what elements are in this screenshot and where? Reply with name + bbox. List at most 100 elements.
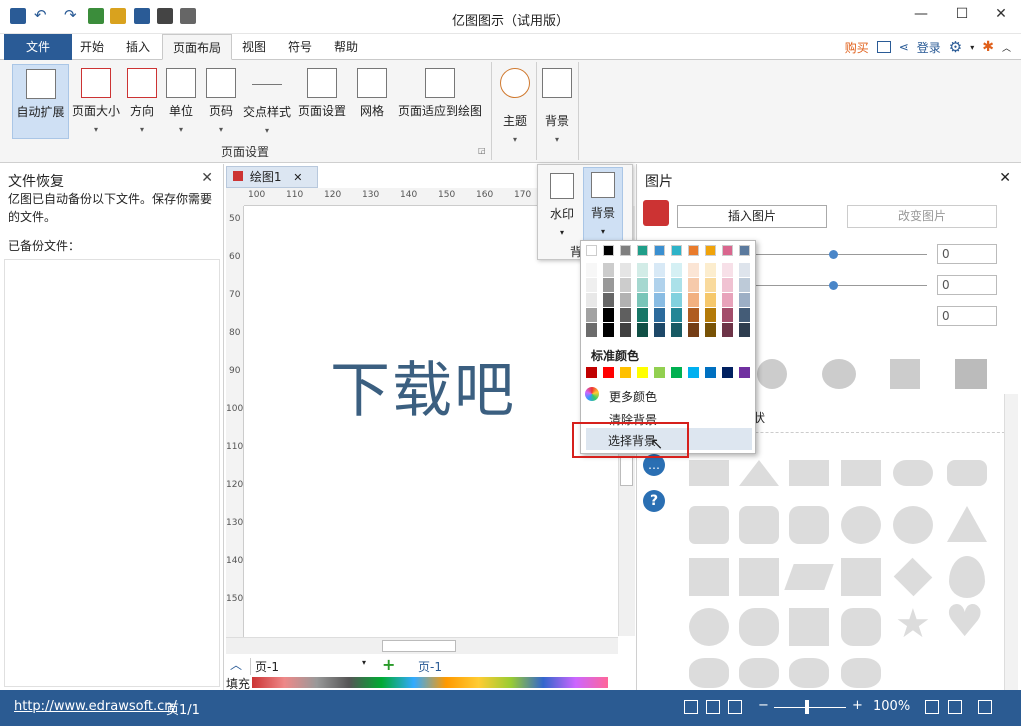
color-swatch[interactable] [637, 263, 648, 277]
shape-thumbnail[interactable] [689, 658, 729, 688]
color-swatch[interactable] [620, 367, 631, 378]
color-swatch[interactable] [586, 263, 597, 277]
shape-thumbnail[interactable] [739, 608, 779, 646]
share-icon[interactable]: ⋖ [899, 40, 909, 54]
color-swatch[interactable] [654, 323, 665, 337]
color-swatch[interactable] [722, 367, 733, 378]
more-colors-item[interactable]: 更多颜色 [609, 388, 657, 405]
spin-input[interactable]: 0 [937, 275, 997, 295]
fit-page-icon[interactable] [925, 700, 939, 714]
color-swatch[interactable] [688, 308, 699, 322]
color-swatch[interactable] [637, 323, 648, 337]
page-select-arrow-icon[interactable]: ▾ [362, 658, 366, 667]
color-swatch[interactable] [671, 278, 682, 292]
panel-scrollbar[interactable] [1004, 394, 1018, 690]
panel-close-icon[interactable]: ✕ [999, 170, 1011, 186]
shape-thumbnail[interactable] [893, 506, 933, 544]
shape-thumbnail[interactable] [789, 460, 829, 486]
theme-button[interactable]: 主题 ▾ [497, 64, 533, 144]
backup-files-list[interactable] [4, 259, 220, 687]
color-swatch[interactable] [586, 323, 597, 337]
change-picture-button[interactable]: 改变图片 [847, 205, 997, 228]
shape-thumbnail[interactable] [689, 558, 729, 596]
zoom-slider[interactable] [774, 707, 846, 708]
color-swatch[interactable] [705, 245, 716, 256]
color-swatch[interactable] [620, 278, 631, 292]
full-screen-icon[interactable] [978, 700, 992, 714]
shape-thumbnail[interactable] [789, 506, 829, 544]
shape-thumbnail[interactable] [841, 658, 881, 688]
color-swatch[interactable] [620, 293, 631, 307]
panel-close-icon[interactable]: ✕ [201, 170, 213, 186]
color-swatch[interactable] [654, 367, 665, 378]
color-swatch[interactable] [688, 263, 699, 277]
close-button[interactable]: ✕ [990, 6, 1012, 26]
view-mode-icon[interactable] [706, 700, 720, 714]
units-button[interactable]: 单位 ▾ [163, 64, 199, 136]
picture-effect-icon[interactable] [890, 359, 920, 389]
color-swatch[interactable] [739, 293, 750, 307]
login-link[interactable]: 登录 [917, 39, 941, 56]
canvas-text[interactable]: 下载吧 [330, 342, 516, 429]
background-button[interactable]: 背景 ▾ [583, 167, 623, 241]
color-swatch[interactable] [654, 278, 665, 292]
grid-button[interactable]: 网格 [354, 64, 390, 136]
tab-home[interactable]: 开始 [70, 34, 114, 60]
scroll-thumb[interactable] [620, 456, 633, 486]
shape-thumbnail[interactable] [841, 506, 881, 544]
color-swatch[interactable] [620, 323, 631, 337]
color-swatch[interactable] [705, 278, 716, 292]
slider-knob[interactable] [829, 281, 838, 290]
color-swatch[interactable] [637, 308, 648, 322]
color-swatch[interactable] [671, 367, 682, 378]
color-swatch[interactable] [739, 263, 750, 277]
page-size-button[interactable]: 页面大小 ▾ [70, 64, 122, 136]
orientation-button[interactable]: 方向 ▾ [124, 64, 160, 136]
color-swatch[interactable] [603, 278, 614, 292]
color-swatch[interactable] [603, 323, 614, 337]
maximize-button[interactable]: ☐ [951, 6, 973, 26]
shape-thumbnail[interactable] [789, 608, 829, 646]
horizontal-scrollbar[interactable] [226, 637, 618, 654]
color-swatch[interactable] [739, 245, 750, 256]
color-swatch[interactable] [688, 323, 699, 337]
picture-effect-icon[interactable] [822, 359, 856, 389]
color-swatch[interactable] [739, 367, 750, 378]
buy-link[interactable]: 购买 [845, 39, 869, 56]
color-swatch[interactable] [722, 245, 733, 256]
zoom-slider-knob[interactable] [805, 700, 809, 714]
drawing-canvas[interactable]: 下载吧 [244, 206, 618, 640]
color-swatch[interactable] [671, 245, 682, 256]
fit-width-icon[interactable] [948, 700, 962, 714]
document-tab-close[interactable]: ✕ [293, 171, 302, 184]
color-swatch[interactable] [620, 308, 631, 322]
color-swatch[interactable] [705, 293, 716, 307]
color-swatch[interactable] [705, 263, 716, 277]
current-page-tab[interactable]: 页-1 [418, 658, 442, 675]
picture-effect-icon[interactable] [757, 359, 787, 389]
shape-thumbnail[interactable] [841, 558, 881, 596]
shape-thumbnail[interactable] [893, 460, 933, 486]
color-palette-strip[interactable] [252, 677, 608, 688]
dialog-launcher-icon[interactable]: ◲ [478, 146, 486, 155]
color-swatch[interactable] [671, 263, 682, 277]
shape-thumbnail[interactable] [841, 460, 881, 486]
color-swatch[interactable] [722, 263, 733, 277]
picture-effect-icon[interactable] [955, 359, 987, 389]
color-swatch[interactable] [705, 308, 716, 322]
shape-thumbnail[interactable] [739, 506, 779, 544]
document-tab[interactable]: 绘图1 ✕ [226, 166, 318, 188]
color-swatch[interactable] [603, 367, 614, 378]
page-number-button[interactable]: 页码 ▾ [203, 64, 239, 136]
tab-page-layout[interactable]: 页面布局 [162, 34, 233, 60]
help-icon[interactable]: ? [643, 490, 665, 512]
shape-thumbnail[interactable] [949, 556, 985, 598]
color-swatch[interactable] [654, 245, 665, 256]
fit-to-drawing-button[interactable]: 页面适应到绘图 [396, 64, 484, 136]
tab-file[interactable]: 文件 [4, 34, 73, 60]
color-swatch[interactable] [739, 278, 750, 292]
color-swatch[interactable] [586, 293, 597, 307]
ribbon-collapse-icon[interactable]: ︿ [1002, 41, 1011, 54]
color-swatch[interactable] [620, 263, 631, 277]
shape-thumbnail[interactable] [841, 608, 881, 646]
